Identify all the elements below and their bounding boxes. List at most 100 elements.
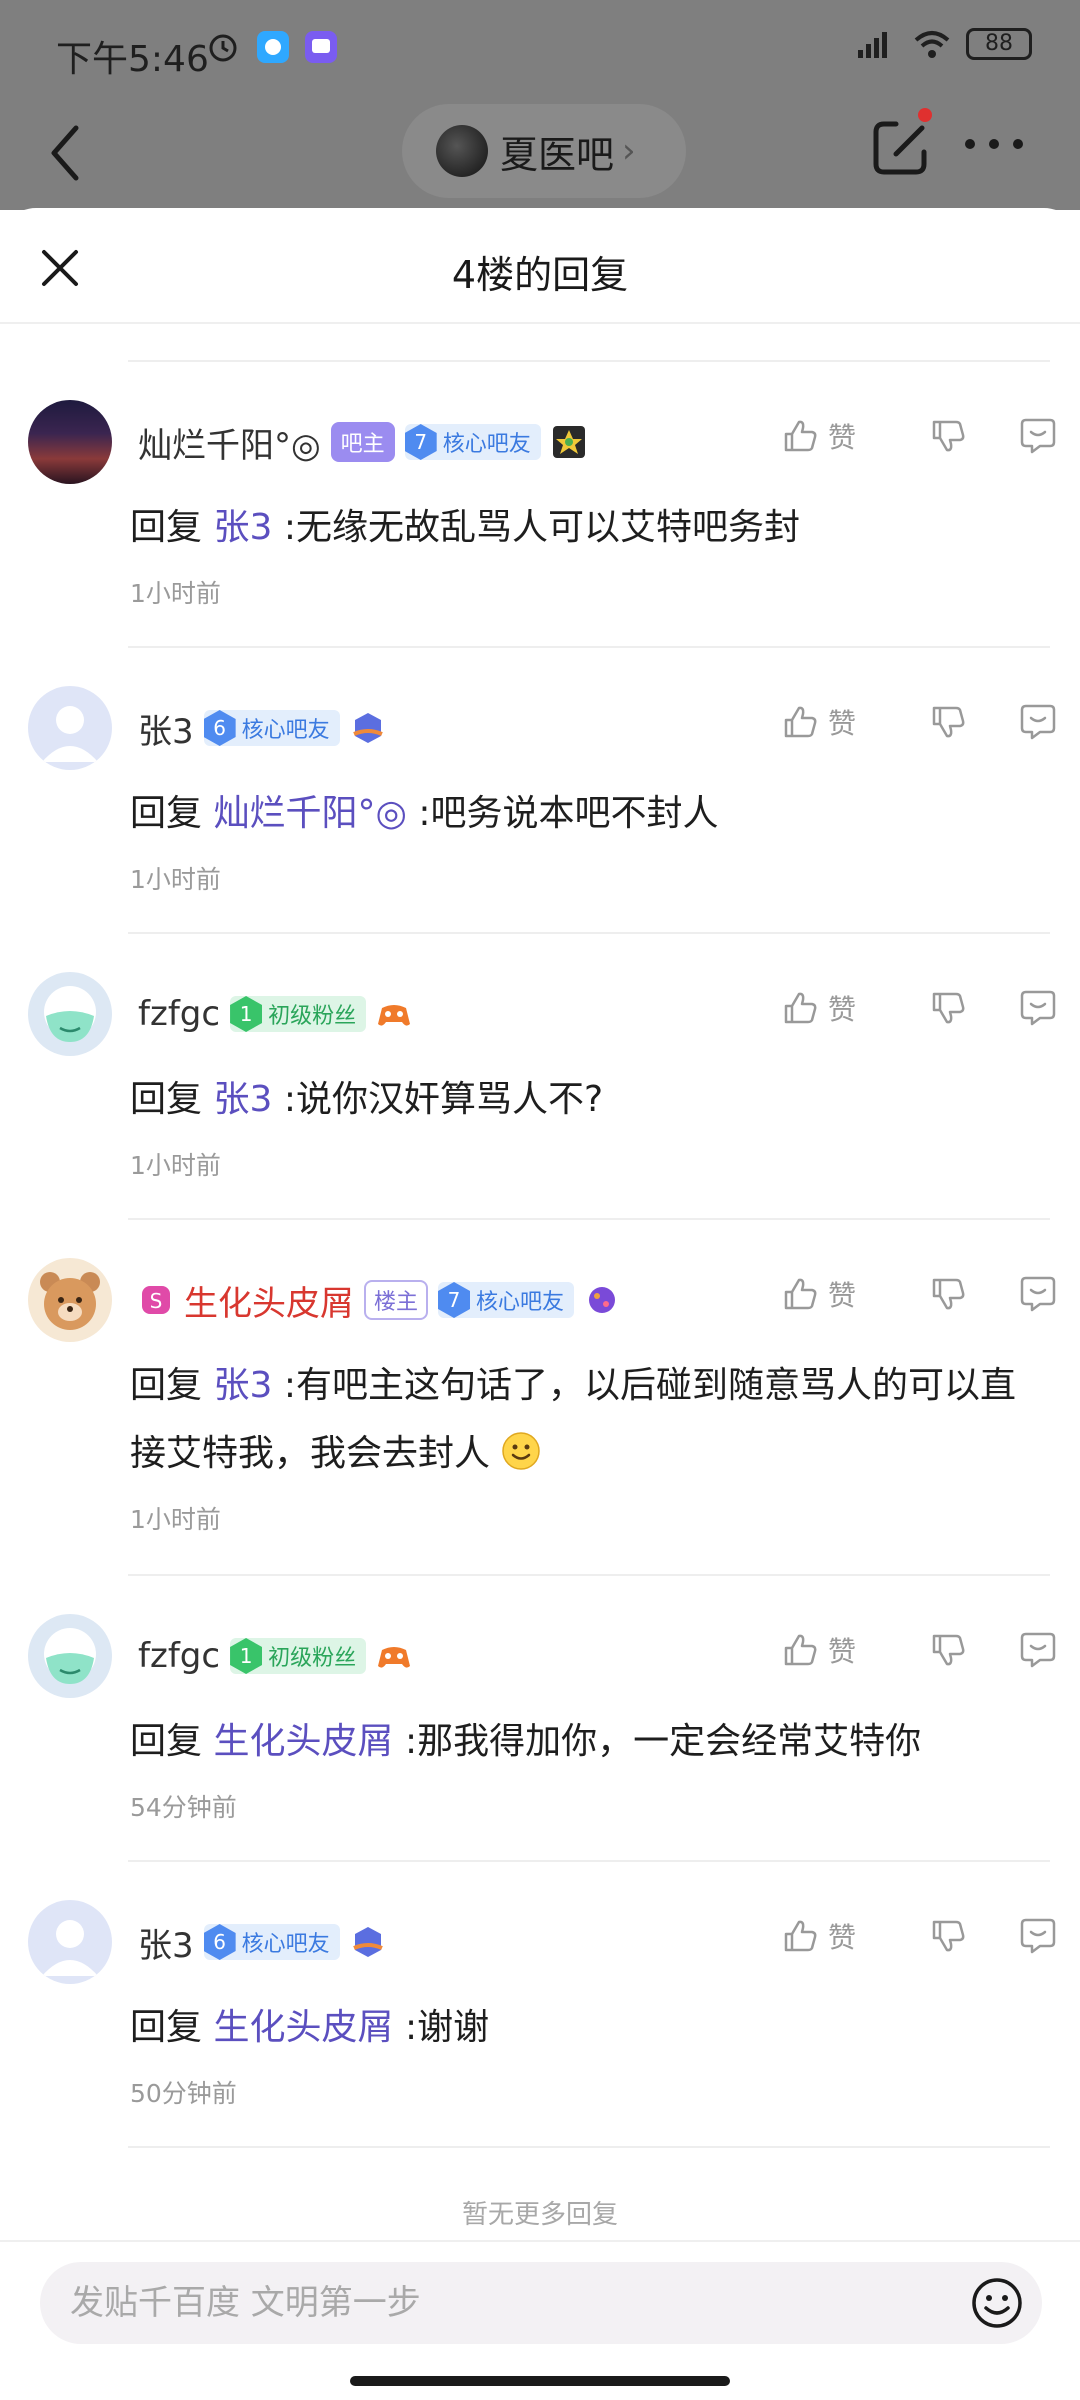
edit-post-icon[interactable] bbox=[866, 112, 936, 182]
mention-link[interactable]: 生化头皮屑 bbox=[213, 1721, 393, 1762]
reply-time: 54分钟前 bbox=[130, 1793, 237, 1822]
alarm-icon bbox=[209, 34, 237, 62]
reply-time: 1小时前 bbox=[130, 1151, 221, 1180]
reply-text: 回复 生化头皮屑 :那我得加你，一定会经常艾特你 bbox=[130, 1708, 1030, 1776]
smile-emoji-icon bbox=[502, 1432, 541, 1470]
reply-content: :无缘无故乱骂人可以艾特吧务封 bbox=[283, 507, 800, 548]
reply-content: :吧务说本吧不封人 bbox=[418, 793, 719, 834]
home-indicator[interactable] bbox=[350, 2376, 730, 2386]
level-number: 6 bbox=[203, 1924, 236, 1960]
divider bbox=[128, 1218, 1050, 1220]
user-row: 张3 6 核心吧友 bbox=[138, 704, 386, 752]
like-label: 赞 bbox=[828, 993, 857, 1026]
reply-actions: 赞 bbox=[780, 702, 1058, 742]
battery-indicator: 88 bbox=[966, 28, 1032, 60]
thumbs-down-icon[interactable] bbox=[928, 416, 968, 456]
chevron-right-icon: › bbox=[622, 131, 636, 171]
reply-text: 回复 张3 :说你汉奸算骂人不? bbox=[130, 1066, 1030, 1134]
reply-input[interactable] bbox=[70, 2262, 950, 2344]
thumbs-down-icon[interactable] bbox=[928, 702, 968, 742]
mention-link[interactable]: 张3 bbox=[213, 1365, 272, 1406]
default-avatar-icon bbox=[42, 706, 98, 762]
forum-title: 夏医吧 bbox=[500, 132, 615, 177]
mention-link[interactable]: 灿烂千阳°◎ bbox=[213, 793, 406, 834]
mention-link[interactable]: 生化头皮屑 bbox=[213, 2007, 393, 2048]
user-row: S 生化头皮屑 楼主 7 核心吧友 bbox=[138, 1276, 620, 1324]
comment-icon[interactable] bbox=[1018, 702, 1058, 742]
username[interactable]: 生化头皮屑 bbox=[184, 1276, 354, 1325]
thumbs-up-icon bbox=[784, 1920, 817, 1952]
user-row: fzfgc 1 初级粉丝 bbox=[138, 1632, 412, 1680]
avatar[interactable] bbox=[28, 1900, 112, 1984]
medal-icon bbox=[552, 426, 585, 458]
avatar[interactable] bbox=[28, 972, 112, 1056]
mask-avatar-icon bbox=[44, 1628, 96, 1684]
reply-prefix: 回复 bbox=[130, 507, 203, 548]
bear-avatar-icon bbox=[40, 1272, 100, 1330]
status-time: 下午5:46 bbox=[56, 39, 209, 80]
comment-icon[interactable] bbox=[1018, 1916, 1058, 1956]
reply-text: 回复 灿烂千阳°◎ :吧务说本吧不封人 bbox=[130, 780, 1030, 848]
username[interactable]: 张3 bbox=[138, 1918, 194, 1967]
username[interactable]: 张3 bbox=[138, 704, 194, 753]
reply-prefix: 回复 bbox=[130, 793, 203, 834]
thumbs-up-icon bbox=[784, 1634, 817, 1666]
owner-badge: 吧主 bbox=[330, 422, 395, 462]
more-options-icon[interactable] bbox=[962, 134, 1026, 154]
sheet-header: 4楼的回复 bbox=[0, 208, 1080, 324]
nav-bar: 夏医吧 › bbox=[0, 100, 1080, 210]
like-label: 赞 bbox=[828, 1279, 857, 1312]
divider bbox=[128, 2146, 1050, 2148]
status-bar: 下午5:46 88 bbox=[0, 0, 1080, 100]
avatar[interactable] bbox=[28, 686, 112, 770]
reply-prefix: 回复 bbox=[130, 1721, 203, 1762]
avatar[interactable] bbox=[28, 400, 112, 484]
thumbs-down-icon[interactable] bbox=[928, 1916, 968, 1956]
badge-icon bbox=[352, 1927, 383, 1957]
avatar[interactable] bbox=[28, 1258, 112, 1342]
super-member-icon: S bbox=[142, 1286, 170, 1314]
username[interactable]: fzfgc bbox=[138, 1636, 220, 1676]
no-more-replies: 暂无更多回复 bbox=[461, 2200, 618, 2230]
level-title: 核心吧友 bbox=[476, 1290, 565, 1315]
like-button[interactable]: 赞 bbox=[780, 702, 900, 742]
reply-text: 回复 生化头皮屑 :谢谢 bbox=[130, 1994, 1030, 2062]
like-button[interactable]: 赞 bbox=[780, 1630, 900, 1670]
message-app-icon bbox=[257, 31, 289, 63]
divider bbox=[128, 1860, 1050, 1862]
level-title: 核心吧友 bbox=[241, 1932, 330, 1957]
level-badge: 7 核心吧友 bbox=[438, 1282, 575, 1318]
level-badge: 6 核心吧友 bbox=[203, 1924, 340, 1960]
mention-link[interactable]: 张3 bbox=[213, 1079, 272, 1120]
comment-icon[interactable] bbox=[1018, 416, 1058, 456]
username[interactable]: 灿烂千阳°◎ bbox=[138, 418, 321, 467]
reply-time: 50分钟前 bbox=[130, 2079, 237, 2108]
comment-icon[interactable] bbox=[1018, 1274, 1058, 1314]
level-title: 初级粉丝 bbox=[268, 1646, 357, 1671]
back-arrow-icon[interactable] bbox=[40, 118, 90, 188]
level-badge: 7 核心吧友 bbox=[404, 424, 541, 460]
username[interactable]: fzfgc bbox=[138, 994, 220, 1034]
reply-actions: 赞 bbox=[780, 1274, 1058, 1314]
like-button[interactable]: 赞 bbox=[780, 416, 900, 456]
emoji-icon[interactable] bbox=[970, 2276, 1024, 2330]
like-button[interactable]: 赞 bbox=[780, 1274, 900, 1314]
reply-actions: 赞 bbox=[780, 416, 1058, 456]
comment-icon[interactable] bbox=[1018, 988, 1058, 1028]
thumbs-down-icon[interactable] bbox=[928, 1630, 968, 1670]
divider bbox=[128, 360, 1050, 362]
like-label: 赞 bbox=[828, 1635, 857, 1668]
forum-title-pill[interactable]: 夏医吧 › bbox=[402, 104, 686, 198]
thumbs-down-icon[interactable] bbox=[928, 1274, 968, 1314]
reply-time: 1小时前 bbox=[130, 1505, 221, 1534]
divider bbox=[128, 646, 1050, 648]
reply-content: :那我得加你，一定会经常艾特你 bbox=[404, 1721, 922, 1762]
like-button[interactable]: 赞 bbox=[780, 1916, 900, 1956]
level-number: 7 bbox=[404, 424, 437, 460]
reply-actions: 赞 bbox=[780, 1630, 1058, 1670]
avatar[interactable] bbox=[28, 1614, 112, 1698]
like-button[interactable]: 赞 bbox=[780, 988, 900, 1028]
mention-link[interactable]: 张3 bbox=[213, 507, 272, 548]
comment-icon[interactable] bbox=[1018, 1630, 1058, 1670]
thumbs-down-icon[interactable] bbox=[928, 988, 968, 1028]
